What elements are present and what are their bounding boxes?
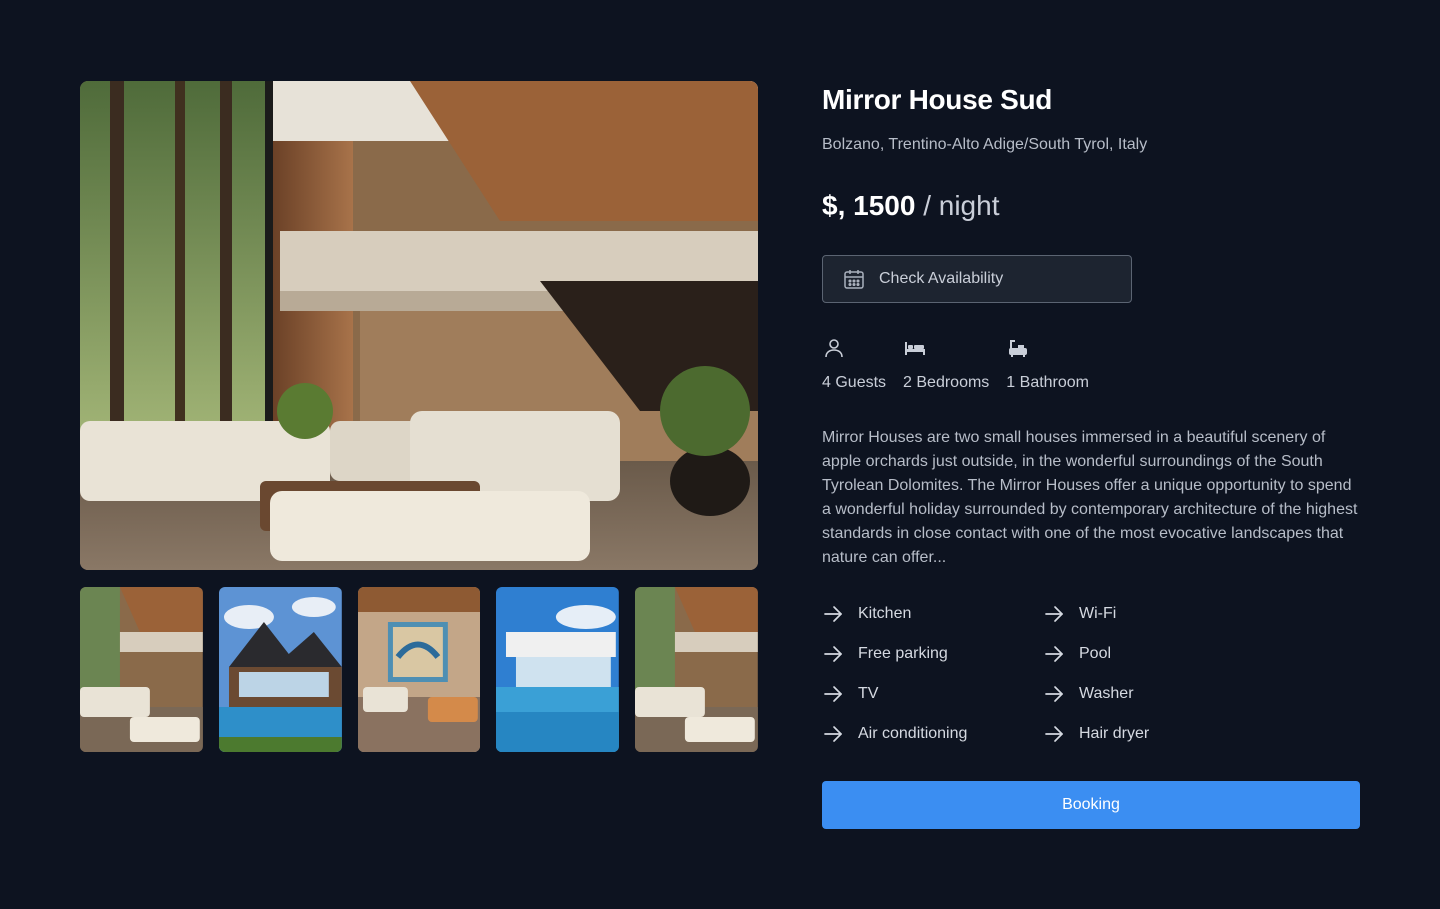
spec-bathrooms-label: 1 Bathroom [1006,374,1090,391]
amenity-item: Hair dryer [1043,722,1264,746]
thumbnail-5[interactable] [635,587,758,752]
spec-bathrooms: 1 Bathroom [1006,336,1089,392]
booking-button[interactable]: Booking [822,781,1360,829]
thumbnail-4[interactable] [496,587,620,752]
amenity-label: TV [858,685,879,702]
price-amount: $, 1500 [822,190,916,221]
arrow-right-icon [822,683,844,705]
photo-gallery [80,81,758,752]
thumbnail-strip [80,587,758,752]
spec-bedrooms-label: 2 Bedrooms [903,374,990,391]
amenity-item: Free parking [822,642,1043,666]
price-unit: / night [923,190,1000,221]
amenity-label: Pool [1079,645,1112,662]
check-availability-button[interactable]: Check Availability [822,255,1132,303]
listing-location: Bolzano, Trentino-Alto Adige/South Tyrol… [822,136,1148,153]
listing-details: Mirror House Sud Bolzano, Trentino-Alto … [822,81,1360,829]
calendar-icon [843,268,865,290]
amenity-item: Wi-Fi [1043,602,1264,626]
amenity-label: Free parking [858,645,948,662]
listing-description: Mirror Houses are two small houses immer… [822,429,1358,566]
arrow-right-icon [1043,643,1065,665]
amenity-label: Washer [1079,685,1134,702]
amenity-item: Pool [1043,642,1264,666]
arrow-right-icon [822,723,844,745]
listing-title: Mirror House Sud [822,84,1053,115]
amenity-item: Washer [1043,682,1264,706]
arrow-right-icon [822,643,844,665]
amenity-label: Kitchen [858,605,912,622]
amenities-list: Kitchen Wi-Fi Free parking Pool TV Washe… [822,602,1360,746]
bathtub-icon [1006,336,1089,360]
arrow-right-icon [1043,603,1065,625]
amenity-label: Air conditioning [858,725,968,742]
arrow-right-icon [1043,683,1065,705]
thumbnail-3[interactable] [357,587,481,752]
amenity-label: Hair dryer [1079,725,1150,742]
check-availability-label: Check Availability [879,270,1004,287]
arrow-right-icon [1043,723,1065,745]
main-photo [80,81,758,570]
amenity-label: Wi-Fi [1079,605,1117,622]
user-icon [822,336,886,360]
bed-icon [903,336,989,360]
spec-guests: 4 Guests [822,336,886,392]
thumbnail-1[interactable] [80,587,203,752]
spec-bedrooms: 2 Bedrooms [903,336,989,392]
amenity-item: Kitchen [822,602,1043,626]
listing-price: $, 1500 / night [822,190,1360,222]
amenity-item: Air conditioning [822,722,1043,746]
arrow-right-icon [822,603,844,625]
thumbnail-2[interactable] [218,587,342,752]
listing-specs: 4 Guests 2 Bedrooms 1 Bathroom [822,336,1360,392]
spec-guests-label: 4 Guests [822,374,887,391]
amenity-item: TV [822,682,1043,706]
